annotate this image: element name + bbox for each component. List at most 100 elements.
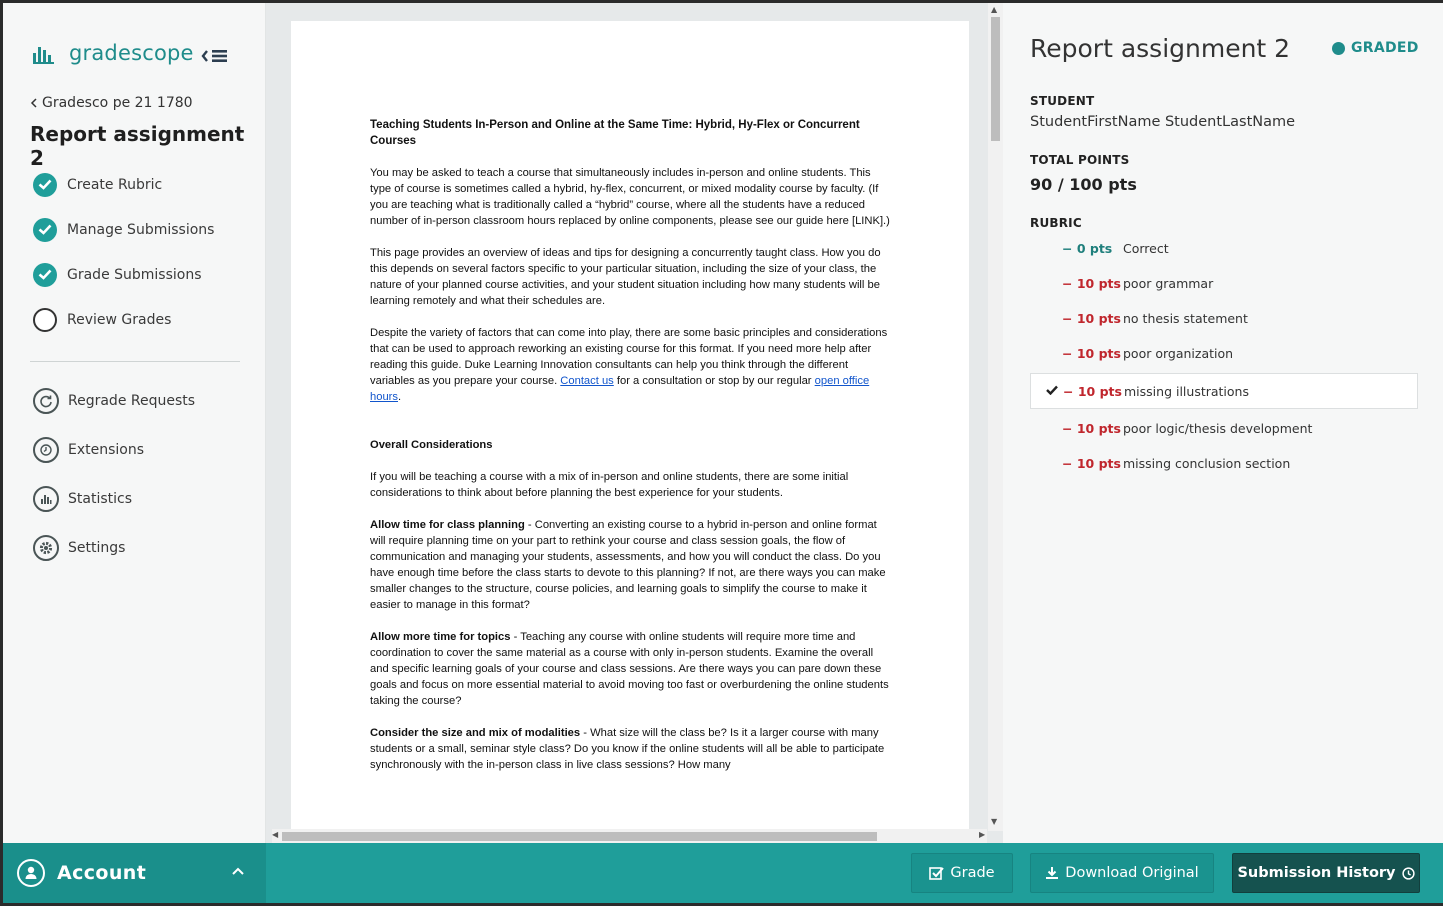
brand-name: gradescope [69, 41, 194, 65]
download-original-button[interactable]: Download Original [1030, 853, 1214, 893]
grading-panel: Report assignment 2 GRADED STUDENT Stude… [1003, 3, 1443, 843]
doc-paragraph: Allow time for class planning - Converti… [370, 519, 886, 611]
panel-title: Report assignment 2 [1030, 34, 1291, 63]
step-grade-submissions[interactable]: Grade Submissions [33, 252, 214, 297]
step-label: Create Rubric [67, 176, 163, 193]
check-circle-icon [33, 172, 57, 197]
doc-paragraph: You may be asked to teach a course that … [370, 167, 890, 227]
vertical-scrollbar[interactable]: ▲ ▼ [988, 3, 1003, 831]
scroll-right-icon: ▶ [979, 830, 986, 839]
rubric-item[interactable]: − 10 pts poor grammar [1030, 266, 1418, 301]
document-viewer: Teaching Students In-Person and Online a… [266, 3, 1003, 843]
tool-label: Statistics [68, 490, 132, 507]
doc-paragraph: Despite the variety of factors that can … [370, 327, 888, 403]
chevron-up-icon [232, 867, 244, 875]
regrade-icon [33, 387, 59, 414]
doc-section-heading: Overall Considerations [370, 439, 493, 451]
doc-paragraph: This page provides an overview of ideas … [370, 247, 881, 307]
step-review-grades[interactable]: Review Grades [33, 297, 214, 342]
rubric-label: poor grammar [1123, 276, 1214, 291]
student-label: STUDENT [1030, 94, 1095, 108]
rubric-item[interactable]: − 10 pts poor logic/thesis development [1030, 411, 1418, 446]
collapse-menu-icon [201, 50, 227, 62]
tool-settings[interactable]: Settings [33, 523, 195, 572]
rubric-score: − 10 pts [1062, 311, 1121, 326]
rubric-label: missing conclusion section [1123, 456, 1291, 471]
gear-icon [33, 534, 59, 561]
rubric-score: − 10 pts [1062, 346, 1121, 361]
horizontal-scroll-thumb[interactable] [282, 832, 877, 841]
doc-heading: Teaching Students In-Person and Online a… [370, 119, 860, 147]
workflow-steps: Create Rubric Manage Submissions Grade Sub… [33, 162, 214, 342]
grade-button[interactable]: Grade [911, 853, 1013, 893]
account-label: Account [57, 862, 147, 884]
status-badge: GRADED [1332, 40, 1419, 56]
sidebar: gradescope Gradesco pe 21 1780 Report as… [3, 3, 266, 843]
doc-paragraph: If you will be teaching a course with a … [370, 471, 849, 499]
collapse-sidebar-button[interactable] [200, 45, 230, 67]
rubric-score: − 10 pts [1062, 421, 1121, 436]
clock-icon [33, 436, 59, 463]
tool-label: Settings [68, 539, 126, 556]
rubric-score: − 10 pts [1062, 456, 1121, 471]
student-name: StudentFirstName StudentLastName [1030, 114, 1296, 130]
assignment-tools: Regrade Requests Extensions Statistics Sett… [33, 376, 195, 572]
rubric-label: RUBRIC [1030, 216, 1082, 230]
checkmark-icon [1031, 384, 1062, 399]
doc-paragraph: Consider the size and mix of modalities … [370, 727, 885, 771]
account-avatar-icon [17, 859, 45, 887]
logo[interactable]: gradescope [33, 41, 194, 65]
doc-paragraph: Allow more time for topics - Teaching an… [370, 631, 889, 707]
submission-page: Teaching Students In-Person and Online a… [291, 21, 969, 831]
step-manage-submissions[interactable]: Manage Submissions [33, 207, 214, 252]
rubric-label: no thesis statement [1123, 311, 1248, 326]
course-back-link[interactable]: Gradesco pe 21 1780 [30, 95, 193, 111]
contact-us-link[interactable]: Contact us [560, 375, 613, 387]
check-circle-icon [33, 217, 57, 242]
step-label: Review Grades [67, 311, 172, 328]
footer-bar: Account Grade Download Original Submissi… [3, 843, 1443, 903]
course-name: Gradesco pe 21 1780 [42, 95, 193, 111]
rubric-score: − 0 pts [1062, 241, 1113, 256]
account-menu[interactable]: Account [3, 843, 266, 903]
rubric-score: − 10 pts [1063, 383, 1122, 399]
rubric-item[interactable]: − 10 pts missing conclusion section [1030, 446, 1418, 481]
step-label: Grade Submissions [67, 266, 202, 283]
step-label: Manage Submissions [67, 221, 215, 238]
rubric-label: poor logic/thesis development [1123, 421, 1313, 436]
total-points-label: TOTAL POINTS [1030, 153, 1130, 167]
gradescope-logo-icon [33, 42, 55, 64]
rubric-label: poor organization [1123, 346, 1234, 361]
rubric-list: − 0 pts Correct − 10 pts poor grammar − 10 p… [1030, 231, 1418, 481]
rubric-score: − 10 pts [1062, 276, 1121, 291]
tool-regrade-requests[interactable]: Regrade Requests [33, 376, 195, 425]
step-create-rubric[interactable]: Create Rubric [33, 162, 214, 207]
submission-history-button[interactable]: Submission History [1232, 853, 1420, 893]
checkbox-icon [929, 867, 945, 880]
scroll-down-icon: ▼ [991, 817, 998, 826]
tool-statistics[interactable]: Statistics [33, 474, 195, 523]
sidebar-divider [30, 361, 240, 362]
app-window: gradescope Gradesco pe 21 1780 Report as… [3, 3, 1443, 903]
total-points-value: 90 / 100 pts [1030, 175, 1137, 194]
download-icon [1046, 867, 1059, 879]
rubric-label: Correct [1123, 241, 1169, 256]
vertical-scroll-thumb[interactable] [991, 17, 1000, 141]
rubric-item[interactable]: − 0 pts Correct [1030, 231, 1418, 266]
tool-extensions[interactable]: Extensions [33, 425, 195, 474]
tool-label: Extensions [68, 441, 145, 458]
tool-label: Regrade Requests [68, 392, 196, 409]
rubric-item[interactable]: − 10 pts poor organization [1030, 336, 1418, 371]
check-circle-icon [33, 262, 57, 287]
chevron-left-icon [30, 98, 37, 108]
horizontal-scrollbar[interactable]: ◀ ▶ [272, 829, 987, 843]
empty-circle-icon [33, 307, 57, 332]
status-dot-icon [1332, 41, 1345, 55]
rubric-item[interactable]: − 10 pts no thesis statement [1030, 301, 1418, 336]
rubric-label: missing illustrations [1124, 383, 1249, 399]
bar-chart-icon [33, 485, 59, 512]
rubric-item[interactable]: − 10 pts missing illustrations [1030, 373, 1418, 409]
history-clock-icon [1401, 866, 1415, 880]
scroll-left-icon: ◀ [272, 830, 279, 839]
scroll-up-icon: ▲ [991, 5, 998, 14]
